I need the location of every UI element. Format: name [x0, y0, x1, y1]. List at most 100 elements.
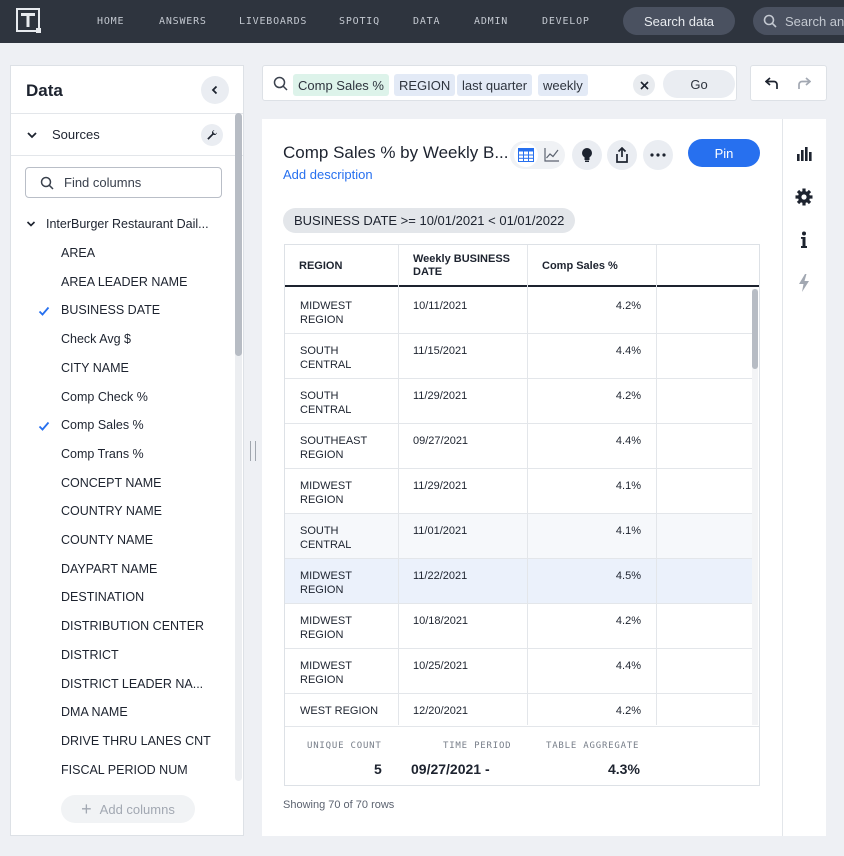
more-options-button[interactable] [643, 140, 673, 170]
data-panel-title: Data [26, 81, 63, 100]
column-item[interactable]: COUNTRY NAME [61, 504, 162, 518]
settings-button[interactable] [791, 184, 817, 210]
gear-icon [795, 188, 813, 206]
search-icon [40, 176, 54, 190]
column-item[interactable]: DESTINATION [61, 590, 144, 604]
line-chart-icon [544, 148, 559, 162]
column-header-region[interactable]: REGION [285, 245, 397, 287]
table-header-row: REGION Weekly BUSINESS DATE Comp Sales % [285, 245, 759, 287]
spotiq-insights-button[interactable] [572, 140, 602, 170]
cell-region: SOUTH CENTRAL [300, 525, 352, 551]
more-icon [650, 153, 666, 157]
column-item[interactable]: COUNTY NAME [61, 533, 153, 547]
bar-chart-icon [797, 147, 812, 161]
search-token[interactable]: Comp Sales % [293, 74, 389, 96]
panel-resize-handle[interactable] [250, 441, 256, 461]
column-item[interactable]: FISCAL PERIOD NUM [61, 763, 188, 777]
column-item[interactable]: Comp Sales % [61, 418, 144, 432]
nav-liveboards[interactable]: LIVEBOARDS [239, 16, 307, 27]
table-row[interactable]: MIDWEST REGION 10/25/2021 4.4% [285, 649, 753, 694]
clear-search-button[interactable] [633, 74, 655, 96]
search-data-button[interactable]: Search data [623, 7, 735, 35]
nav-answers[interactable]: ANSWERS [159, 16, 207, 27]
table-row[interactable]: SOUTH CENTRAL 11/29/2021 4.2% [285, 379, 753, 424]
chevron-down-icon [26, 221, 36, 227]
column-header-weekly-business-date[interactable]: Weekly BUSINESS DATE [399, 245, 527, 287]
search-token[interactable]: weekly [538, 74, 588, 96]
time-period-label: TIME PERIOD [443, 741, 512, 751]
column-item[interactable]: Check Avg $ [61, 332, 131, 346]
table-scrollbar-thumb[interactable] [752, 289, 758, 369]
column-header-comp-sales[interactable]: Comp Sales % [528, 245, 656, 287]
table-row[interactable]: MIDWEST REGION 10/18/2021 4.2% [285, 604, 753, 649]
add-columns-label: Add columns [99, 801, 175, 817]
table-icon [518, 148, 534, 162]
column-item[interactable]: DISTRICT [61, 648, 119, 662]
chart-view-button[interactable] [540, 143, 564, 167]
info-button[interactable] [791, 227, 817, 253]
visualization-toggle [510, 141, 565, 169]
search-token[interactable]: last quarter [457, 74, 533, 96]
collapse-panel-button[interactable] [201, 76, 229, 104]
cell-region: SOUTH CENTRAL [300, 390, 352, 416]
pin-button[interactable]: Pin [688, 139, 760, 167]
column-item[interactable]: CONCEPT NAME [61, 476, 161, 490]
table-row[interactable]: MIDWEST REGION 11/29/2021 4.1% [285, 469, 753, 514]
column-item[interactable]: BUSINESS DATE [61, 303, 160, 317]
column-item[interactable]: Comp Check % [61, 390, 148, 404]
go-button[interactable]: Go [663, 70, 735, 98]
answer-title[interactable]: Comp Sales % by Weekly B... [283, 143, 509, 163]
undo-icon[interactable] [765, 77, 779, 90]
source-name: InterBurger Restaurant Dail... [46, 217, 209, 231]
add-columns-button[interactable]: + Add columns [61, 795, 195, 823]
column-item[interactable]: AREA [61, 246, 95, 260]
table-row[interactable]: SOUTH CENTRAL 11/01/2021 4.1% [285, 514, 753, 559]
checkmark-icon [38, 307, 50, 317]
nav-admin[interactable]: ADMIN [474, 16, 508, 27]
column-item[interactable]: Comp Trans % [61, 447, 144, 461]
search-token[interactable]: REGION [394, 74, 456, 96]
edit-chart-button[interactable] [791, 141, 817, 167]
divider [11, 155, 243, 156]
cell-date: 09/27/2021 [413, 435, 469, 447]
cell-comp-sales: 4.2% [615, 705, 641, 717]
scrollbar-thumb[interactable] [235, 113, 242, 356]
search-answers-placeholder: Search ans [785, 13, 844, 29]
redo-icon[interactable] [797, 77, 811, 90]
cell-date: 10/25/2021 [413, 660, 469, 672]
data-panel: Data Sources Find columns InterBurger Re… [10, 65, 244, 836]
find-columns-input[interactable]: Find columns [25, 167, 222, 198]
source-tree-item[interactable]: InterBurger Restaurant Dail... [26, 217, 209, 231]
nav-home[interactable]: HOME [97, 16, 124, 27]
table-row[interactable]: SOUTH CENTRAL 11/15/2021 4.4% [285, 334, 753, 379]
search-bar[interactable]: Comp Sales % REGION last quarter weekly … [262, 65, 737, 101]
add-description-link[interactable]: Add description [283, 167, 373, 182]
column-item[interactable]: DAYPART NAME [61, 562, 157, 576]
manage-sources-button[interactable] [201, 124, 223, 146]
table-row[interactable]: MIDWEST REGION 11/22/2021 4.5% [285, 559, 753, 604]
thoughtspot-logo[interactable] [16, 8, 42, 34]
column-item[interactable]: DISTRICT LEADER NA... [61, 677, 203, 691]
column-item[interactable]: AREA LEADER NAME [61, 275, 187, 289]
cell-date: 11/29/2021 [413, 480, 468, 492]
nav-data[interactable]: DATA [413, 16, 440, 27]
automation-button[interactable] [791, 270, 817, 296]
table-row[interactable]: MIDWEST REGION 10/11/2021 4.2% [285, 289, 753, 334]
column-item[interactable]: DISTRIBUTION CENTER [61, 619, 204, 633]
sources-toggle[interactable]: Sources [26, 127, 100, 142]
cell-date: 10/18/2021 [413, 615, 469, 627]
table-row[interactable]: SOUTHEAST REGION 09/27/2021 4.4% [285, 424, 753, 469]
search-answers-input[interactable]: Search ans [753, 7, 844, 35]
nav-spotiq[interactable]: SPOTIQ [339, 16, 380, 27]
column-item[interactable]: DMA NAME [61, 705, 128, 719]
cell-region: SOUTH CENTRAL [300, 345, 352, 371]
table-view-button[interactable] [514, 143, 538, 167]
nav-develop[interactable]: DEVELOP [542, 16, 590, 27]
share-button[interactable] [607, 140, 637, 170]
answer-panel: Comp Sales % by Weekly B... Add descript… [262, 119, 782, 836]
column-divider [527, 245, 528, 725]
results-table: REGION Weekly BUSINESS DATE Comp Sales %… [284, 244, 760, 786]
filter-chip[interactable]: BUSINESS DATE >= 10/01/2021 < 01/01/2022 [283, 208, 576, 233]
column-item[interactable]: CITY NAME [61, 361, 129, 375]
column-item[interactable]: DRIVE THRU LANES CNT [61, 734, 211, 748]
